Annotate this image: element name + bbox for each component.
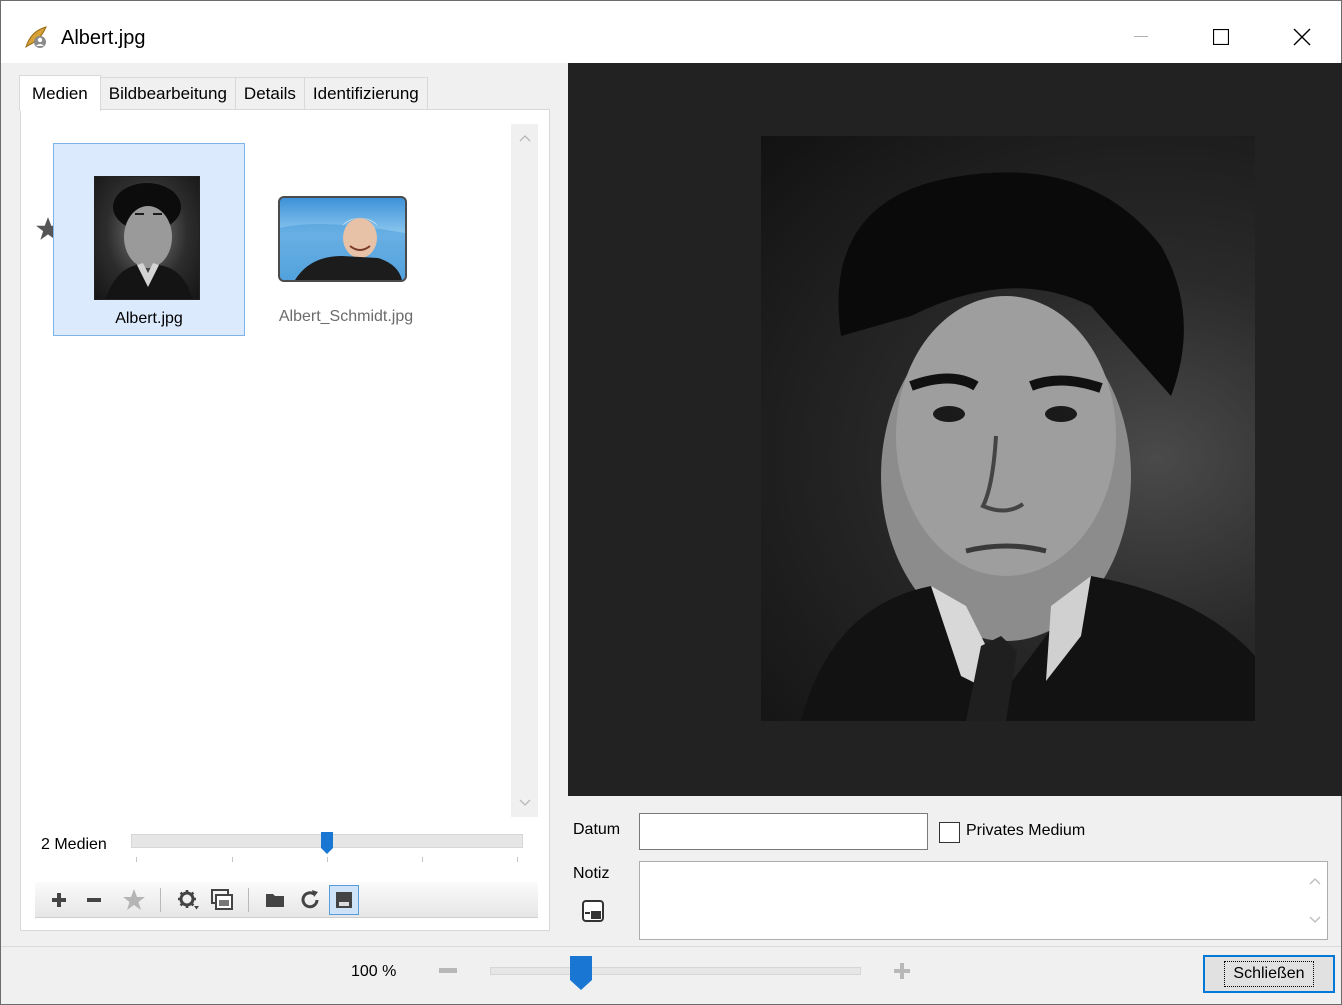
remove-icon <box>87 898 101 902</box>
media-item-label: Albert.jpg <box>115 310 183 327</box>
tab-identifizierung[interactable]: Identifizierung <box>303 77 428 110</box>
tab-medien[interactable]: Medien <box>19 75 101 111</box>
add-media-button[interactable] <box>44 885 74 915</box>
slider-tick <box>517 857 518 862</box>
close-icon <box>1293 28 1311 46</box>
thumbnail-size-slider[interactable] <box>131 830 523 866</box>
tab-strip: Medien Bildbearbeitung Details Identifiz… <box>19 75 428 111</box>
zoom-slider-thumb[interactable] <box>570 956 592 990</box>
zoom-out-icon[interactable] <box>439 966 457 976</box>
refresh-icon <box>301 890 319 909</box>
thumbnail-albert-photo <box>94 176 200 300</box>
refresh-button[interactable] <box>295 885 325 915</box>
slider-tick <box>422 857 423 862</box>
close-window-button[interactable] <box>1267 15 1337 59</box>
private-medium-checkbox[interactable] <box>939 822 960 843</box>
tab-bildbearbeitung[interactable]: Bildbearbeitung <box>99 77 236 110</box>
maximize-icon <box>1213 29 1229 45</box>
date-label: Datum <box>573 821 621 838</box>
chevron-up-icon <box>519 135 530 142</box>
preview-photo-albert <box>761 136 1255 721</box>
media-dialog-window: Albert.jpg Medien Bildbearbeitung Detail… <box>0 0 1342 1005</box>
window-title: Albert.jpg <box>61 27 146 49</box>
date-input[interactable] <box>639 813 928 850</box>
star-icon <box>123 889 145 910</box>
thumbnail-albert-schmidt-photo[interactable] <box>278 196 407 282</box>
toolbar-separator <box>248 888 249 912</box>
app-feather-icon <box>25 26 47 49</box>
remove-media-button[interactable] <box>79 885 109 915</box>
maximize-button[interactable] <box>1186 15 1256 59</box>
minimize-icon <box>1134 36 1148 37</box>
note-textarea[interactable] <box>639 861 1328 940</box>
open-folder-button[interactable] <box>261 885 291 915</box>
folder-icon <box>266 894 284 907</box>
set-primary-button[interactable] <box>119 885 149 915</box>
zoom-in-icon[interactable] <box>892 961 912 981</box>
slider-thumb[interactable] <box>321 832 333 854</box>
minimize-button[interactable] <box>1106 15 1176 59</box>
chevron-down-icon <box>519 799 530 806</box>
media-item-label[interactable]: Albert_Schmidt.jpg <box>251 308 441 326</box>
zoom-slider[interactable] <box>490 967 861 975</box>
toolbar-separator <box>160 888 161 912</box>
image-preview-area[interactable] <box>568 63 1342 796</box>
scroll-down-button[interactable] <box>511 789 538 817</box>
note-scroll-arrows-icon <box>1309 878 1321 923</box>
save-view-icon <box>336 892 352 908</box>
add-icon <box>52 893 66 907</box>
slider-tick <box>136 857 137 862</box>
close-button-label: Schließen <box>1224 961 1314 987</box>
private-medium-label[interactable]: Privates Medium <box>966 822 1085 840</box>
media-item-albert[interactable]: Albert.jpg <box>53 143 245 336</box>
zoom-label: 100 % <box>351 963 397 980</box>
slider-tick <box>232 857 233 862</box>
note-scrollbar[interactable] <box>1303 862 1327 939</box>
title-bar: Albert.jpg <box>1 1 1341 63</box>
close-button[interactable]: Schließen <box>1203 955 1335 993</box>
bottom-bar <box>1 946 1341 1004</box>
media-count-label: 2 Medien <box>41 836 107 853</box>
gallery-button[interactable] <box>207 885 237 915</box>
note-edit-icon[interactable] <box>581 899 605 923</box>
note-label: Notiz <box>573 865 610 882</box>
media-list-scrollbar[interactable] <box>511 124 538 817</box>
tab-details[interactable]: Details <box>234 77 305 110</box>
save-view-button[interactable] <box>329 885 359 915</box>
media-tab-panel: Albert.jpg Albert_Schmidt.jpg 2 Medien <box>20 109 550 931</box>
scroll-up-button[interactable] <box>511 124 538 152</box>
media-settings-button[interactable] <box>173 885 203 915</box>
slider-tick <box>327 857 328 862</box>
gallery-icon <box>211 889 233 910</box>
settings-icon <box>178 890 199 910</box>
media-toolbar <box>35 882 538 918</box>
